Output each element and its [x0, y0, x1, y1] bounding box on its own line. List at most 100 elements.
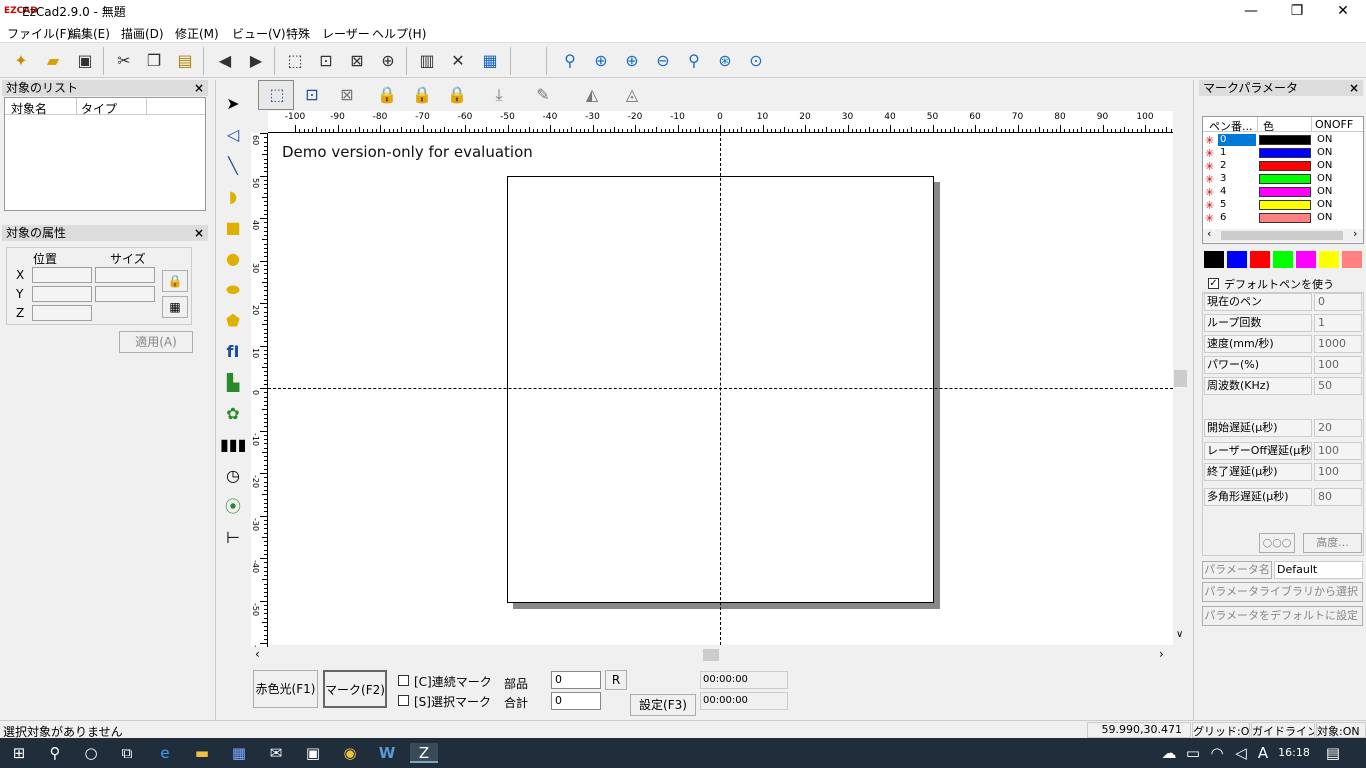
scroll-right-icon[interactable]: › [1353, 227, 1357, 240]
palette-swatch[interactable] [1342, 251, 1362, 268]
settings-button[interactable]: 設定(F3) [630, 694, 696, 716]
scroll-thumb[interactable] [703, 649, 719, 661]
object-list[interactable]: 対象名 タイプ [4, 97, 206, 211]
word-icon[interactable]: W [376, 743, 398, 763]
minimize-button[interactable]: — [1228, 0, 1274, 22]
vector-file-icon[interactable]: ✿ [220, 401, 246, 427]
ellipse-icon[interactable]: ⬬ [220, 277, 246, 303]
timer-icon[interactable]: ◷ [220, 463, 246, 489]
menu-modify[interactable]: 修正(M) [175, 25, 219, 42]
object-snap-status[interactable]: 対象:ON [1316, 722, 1366, 738]
close-icon[interactable]: × [194, 225, 204, 241]
column-pen[interactable]: ペン番... [1209, 118, 1253, 134]
continuous-mark-checkbox[interactable] [398, 675, 409, 686]
align-icon[interactable]: ⤓ [484, 81, 514, 109]
pen-list-hscrollbar[interactable]: ‹ › [1203, 227, 1363, 242]
pen-color-swatch[interactable] [1259, 213, 1311, 223]
text-icon[interactable]: fI [220, 339, 246, 365]
size-y-field[interactable] [95, 286, 155, 302]
drawing-canvas[interactable]: Demo version-only for evaluation [268, 133, 1173, 645]
pen-color-swatch[interactable] [1259, 135, 1311, 145]
lock-group-icon[interactable]: 🔒 [407, 81, 437, 109]
pen-color-swatch[interactable] [1259, 200, 1311, 210]
pos-z-field[interactable] [32, 305, 92, 321]
tools-icon[interactable]: ✕ [445, 48, 471, 74]
volume-icon[interactable]: ◁ [1230, 743, 1252, 763]
horizontal-scrollbar[interactable]: ‹ › [251, 647, 1169, 663]
scroll-down-icon[interactable]: ∨ [1176, 629, 1183, 640]
scroll-left-icon[interactable]: ‹ [255, 647, 260, 661]
pen-row[interactable]: ✳ 5 ON [1204, 199, 1364, 212]
unlock-icon[interactable]: 🔒 [442, 81, 472, 109]
param-value-field[interactable]: 1000 [1314, 335, 1362, 353]
palette-swatch[interactable] [1273, 251, 1293, 268]
param-value-field[interactable]: 1 [1314, 314, 1362, 332]
param-value-field[interactable]: 100 [1314, 442, 1362, 460]
mirror-vertical-icon[interactable]: ◬ [617, 81, 647, 109]
lock-object-icon[interactable]: 🔒 [372, 81, 402, 109]
close-icon[interactable]: × [194, 80, 204, 96]
undo-icon[interactable]: ◀ [212, 48, 238, 74]
line-icon[interactable]: ╲ [220, 153, 246, 179]
lock-icon[interactable]: 🔒 [162, 270, 188, 292]
scroll-left-icon[interactable]: ‹ [1207, 227, 1211, 240]
pen-onoff[interactable]: ON [1317, 186, 1332, 197]
menu-help[interactable]: ヘルプ(H) [372, 25, 426, 42]
set-default-button[interactable]: パラメータをデフォルトに設定 [1202, 606, 1363, 626]
param-value-field[interactable]: 50 [1314, 377, 1362, 395]
cortana-icon[interactable]: ○ [80, 743, 102, 763]
param-value-field[interactable]: 80 [1314, 488, 1362, 506]
select-disabled-icon[interactable]: ⊠ [332, 81, 362, 109]
palette-swatch[interactable] [1319, 251, 1339, 268]
search-icon[interactable]: ⚲ [44, 743, 66, 763]
menu-draw[interactable]: 描画(D) [121, 25, 164, 42]
ezcad-taskbar-icon[interactable]: Z [410, 743, 438, 763]
clock[interactable]: 16:18 [1276, 743, 1312, 763]
selected-mark-checkbox[interactable] [398, 695, 409, 706]
pen-color-swatch[interactable] [1259, 148, 1311, 158]
pen-onoff[interactable]: ON [1317, 134, 1332, 145]
center-select-icon[interactable]: ⊕ [375, 48, 401, 74]
task-view-icon[interactable]: ⧉ [116, 743, 138, 763]
menu-special[interactable]: 特殊 [286, 25, 310, 42]
param-value-field[interactable]: 100 [1314, 463, 1362, 481]
store-icon[interactable]: ▣ [302, 743, 324, 763]
zoom-pan-icon[interactable]: ⚲ [681, 48, 707, 74]
battery-icon[interactable]: ▭ [1182, 743, 1204, 763]
ooo-button[interactable]: ○○○ [1259, 533, 1295, 553]
pos-y-field[interactable] [32, 286, 92, 302]
mirror-horizontal-icon[interactable]: ◭ [577, 81, 607, 109]
select-from-library-button[interactable]: パラメータライブラリから選択 [1202, 582, 1363, 602]
total-field[interactable]: 0 [551, 692, 601, 710]
pen-row[interactable]: ✳ 0 ON [1204, 134, 1364, 147]
notifications-icon[interactable]: ▤ [1322, 743, 1344, 763]
param-name-field[interactable]: Default [1274, 561, 1363, 579]
vertical-scrollbar[interactable]: ∨ [1173, 133, 1188, 645]
pen-row[interactable]: ✳ 4 ON [1204, 186, 1364, 199]
calculator-icon[interactable]: ▦ [228, 743, 250, 763]
circle-icon[interactable]: ● [220, 246, 246, 272]
advanced-button[interactable]: 高度... [1303, 533, 1362, 553]
barcode-icon[interactable]: ▮▮▮ [220, 432, 246, 458]
curve-icon[interactable]: ◗ [220, 184, 246, 210]
menu-edit[interactable]: 編集(E) [69, 25, 110, 42]
param-value-field[interactable]: 100 [1314, 356, 1362, 374]
ime-indicator[interactable]: A [1252, 743, 1274, 763]
pen-row[interactable]: ✳ 2 ON [1204, 160, 1364, 173]
palette-swatch[interactable] [1227, 251, 1247, 268]
bitmap-icon[interactable]: ▙ [220, 370, 246, 396]
hatch-icon[interactable]: ▥ [414, 48, 440, 74]
parts-field[interactable]: 0 [551, 671, 601, 689]
edge-icon[interactable]: e [154, 743, 176, 763]
column-name[interactable]: 対象名 [11, 100, 47, 117]
document-icon[interactable]: ▦ [477, 48, 503, 74]
pen-onoff[interactable]: ON [1317, 147, 1332, 158]
scroll-thumb[interactable] [1174, 370, 1187, 387]
palette-swatch[interactable] [1250, 251, 1270, 268]
copy-icon[interactable]: ❐ [141, 48, 167, 74]
select-node-icon[interactable]: ⊡ [297, 81, 327, 109]
zoom-in-plus-icon[interactable]: ⊕ [619, 48, 645, 74]
pen-onoff[interactable]: ON [1317, 160, 1332, 171]
palette-swatch[interactable] [1204, 251, 1224, 268]
mail-icon[interactable]: ✉ [265, 743, 287, 763]
